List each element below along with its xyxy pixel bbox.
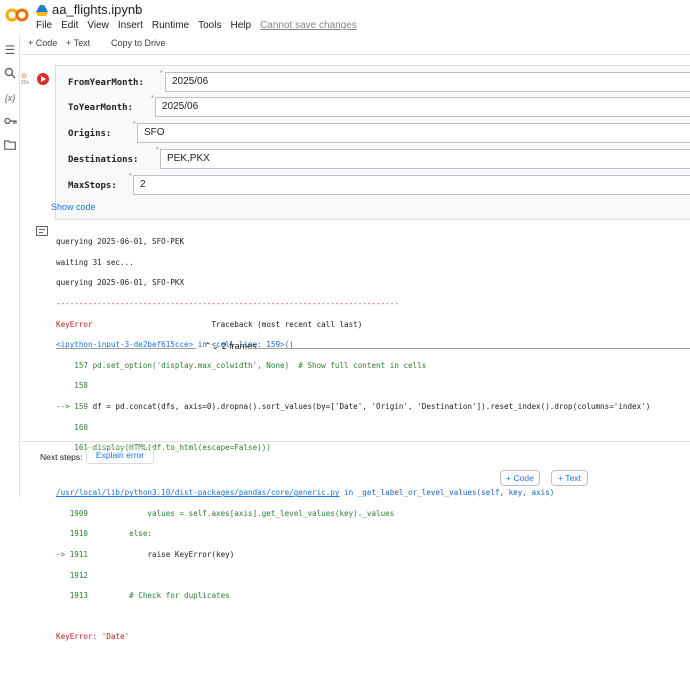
add-code-button[interactable]: + Code [28,38,57,48]
code-line-1911: -> 1911 raise KeyError(key) [56,550,690,560]
code-cell: ⊙ 20s FromYearMonth: * 2025/06 ToYearMon… [20,55,690,641]
execution-badge: ⊙ 20s [21,73,30,86]
frames-toggle[interactable]: ⌃⌄ 2 frames [204,341,257,351]
traceback-header-line: KeyError Traceback (most recent call las… [56,320,690,330]
required-marker: * [151,95,154,102]
final-error-line: KeyError: 'Date' [56,631,130,641]
origins-input[interactable]: SFO [137,123,690,143]
expand-collapse-icon: ⌃⌄ [204,341,220,351]
show-code-link[interactable]: Show code [51,202,96,212]
explain-error-button[interactable]: Explain error [86,447,154,464]
max-stops-input[interactable]: 2 [133,175,690,195]
add-text-cell-button[interactable]: + Text [551,470,588,486]
star-icon[interactable]: ☆ [130,1,143,18]
menu-tools[interactable]: Tools [198,20,221,31]
function-ref: in _get_label_or_level_values(self, key,… [339,488,555,498]
notebook-toolbar: + Code + Text Copy to Drive [0,35,690,55]
notebook-filename[interactable]: aa_flights.ipynb [52,2,142,17]
arrow-marker: --> 159 [56,402,93,412]
required-marker: * [156,147,159,154]
left-sidebar: ☰ {x} [0,34,20,497]
menu-help[interactable]: Help [230,20,251,31]
copy-to-drive-button[interactable]: Copy to Drive [111,38,166,48]
code-line-1909: 1909 values = self.axes[axis].get_level_… [56,508,395,518]
next-steps-bar: Next steps: Explain error [20,441,690,469]
form-panel: FromYearMonth: * 2025/06 ToYearMonth: * … [55,65,690,220]
code-line-160: 160 [56,422,89,432]
generic-py-link[interactable]: /usr/local/lib/python3.10/dist-packages/… [56,488,339,497]
output-line: querying 2025-06-01, SFO-PEK [56,237,185,247]
code-line-1910: 1910 else: [56,529,153,539]
from-year-month-label: FromYearMonth: [68,78,144,88]
menu-insert[interactable]: Insert [118,20,143,31]
from-year-month-input[interactable]: 2025/06 [165,72,690,92]
destinations-input[interactable]: PEK,PKX [160,149,690,169]
frames-divider-left [56,348,196,349]
variables-icon[interactable]: {x} [3,91,17,105]
error-status-icon: ⊙ [21,73,27,80]
code-line-159: --> 159 df = pd.concat(dfs, axis=0).drop… [56,402,690,412]
menu-file[interactable]: File [36,20,52,31]
error-name: KeyError [56,319,93,329]
to-year-month-input[interactable]: 2025/06 [155,97,690,117]
code-line-157: 157 pd.set_option('display.max_colwidth'… [56,360,427,370]
code-line-1912: 1912 [56,570,89,580]
save-status-link[interactable]: Cannot save changes [260,20,357,31]
destinations-label: Destinations: [68,155,139,165]
output-line: querying 2025-06-01, SFO-PKX [56,278,185,288]
top-bar: aa_flights.ipynb ☆ File Edit View Insert… [0,0,690,34]
output-menu-icon[interactable] [36,226,48,239]
required-marker: * [129,173,132,180]
table-of-contents-icon[interactable]: ☰ [3,43,17,57]
menu-runtime[interactable]: Runtime [152,20,189,31]
code-line-158: 158 [56,381,89,391]
menu-bar: File Edit View Insert Runtime Tools Help… [36,20,366,31]
next-steps-label: Next steps: [40,452,83,462]
run-cell-button[interactable] [37,73,49,85]
files-folder-icon[interactable] [3,139,17,153]
traceback-title: Traceback (most recent call last) [211,319,363,329]
code-line-1913: 1913 # Check for duplicates [56,591,230,601]
code-line-1911-text: raise KeyError(key) [92,549,235,559]
menu-view[interactable]: View [87,20,109,31]
required-marker: * [160,70,163,77]
origins-label: Origins: [68,129,112,139]
add-text-button[interactable]: + Text [66,38,90,48]
google-drive-icon[interactable] [36,5,48,16]
frames-divider-right [248,348,690,349]
to-year-month-label: ToYearMonth: [68,103,134,113]
secrets-key-icon[interactable] [3,115,17,129]
menu-edit[interactable]: Edit [61,20,78,31]
output-line: waiting 31 sec... [56,257,134,267]
search-icon[interactable] [3,67,17,81]
arrow-marker: -> 1911 [56,549,93,559]
required-marker: * [133,121,136,128]
max-stops-label: MaxStops: [68,181,117,191]
colab-logo-icon[interactable] [5,8,29,22]
code-line-159-text: df = pd.concat(dfs, axis=0).dropna().sor… [92,402,651,412]
traceback-separator: ----------------------------------------… [56,299,399,309]
collapsed-frames[interactable]: ⌃⌄ 2 frames [56,341,690,355]
add-code-cell-button[interactable]: + Code [500,470,540,486]
